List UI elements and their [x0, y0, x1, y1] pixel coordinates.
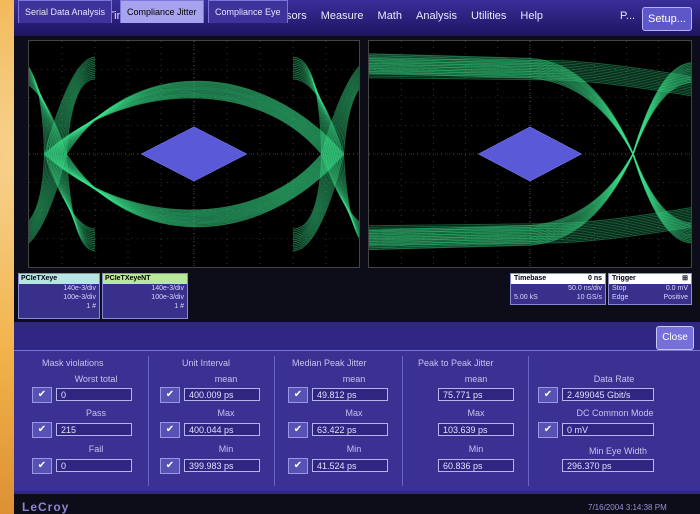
p2p-mean-label: mean — [464, 374, 488, 384]
setup-button[interactable]: Setup... — [642, 7, 692, 31]
lecroy-logo: LeCroy — [22, 500, 70, 514]
trace-name: PCIeTXeyeNT — [103, 274, 187, 284]
trace-name: PCIeTXeye — [19, 274, 99, 284]
fail-field[interactable]: 0 — [56, 459, 132, 472]
menu-p-item[interactable]: P... — [620, 10, 635, 22]
p2p-max-label: Max — [467, 408, 485, 418]
tab-serial-data-analysis[interactable]: Serial Data Analysis — [18, 0, 113, 23]
mpj-max-label: Max — [345, 408, 363, 418]
min-eye-width-field[interactable]: 296.370 ps — [562, 459, 654, 472]
p2p-mean-field[interactable]: 75.771 ps — [438, 388, 514, 401]
eye-mask — [140, 126, 248, 182]
trace-hdiv: 100e-3/div — [151, 294, 184, 301]
peak-to-peak-jitter-title: Peak to Peak Jitter — [418, 358, 494, 368]
trace-vdiv: 140e-3/div — [63, 285, 96, 292]
dc-common-mode-field[interactable]: 0 mV — [562, 423, 654, 436]
trigger-level: 0.0 mV — [665, 285, 688, 292]
ui-max-label: Max — [217, 408, 235, 418]
eye-diagram-left — [28, 40, 360, 268]
column-divider — [148, 356, 149, 486]
column-divider — [274, 356, 275, 486]
trace-hdiv: 100e-3/div — [63, 294, 96, 301]
timebase-label: Timebase — [514, 275, 547, 282]
ui-min-label: Min — [218, 444, 234, 454]
column-divider — [528, 356, 529, 486]
trigger-type: Edge — [612, 294, 629, 301]
ui-mean-field[interactable]: 400.009 ps — [184, 388, 260, 401]
trace-count: 1 # — [174, 303, 184, 310]
trace-label-pcietxeye[interactable]: PCIeTXeye 140e-3/div 100e-3/div 1 # — [18, 273, 100, 319]
data-rate-field[interactable]: 2.499045 Gbit/s — [562, 388, 654, 401]
trace-vdiv: 140e-3/div — [151, 285, 184, 292]
min-eye-width-label: Min Eye Width — [588, 446, 648, 456]
timebase-offset: 0 ns — [587, 275, 602, 282]
menu-item-help[interactable]: Help — [520, 10, 543, 22]
worst-total-label: Worst total — [74, 374, 118, 384]
mpj-mean-field[interactable]: 49.812 ps — [312, 388, 388, 401]
fail-checkbox[interactable]: ✔ — [32, 458, 52, 474]
mpj-max-checkbox[interactable]: ✔ — [288, 422, 308, 438]
worst-total-checkbox[interactable]: ✔ — [32, 387, 52, 403]
mpj-min-label: Min — [346, 444, 362, 454]
timebase-rate: 10 GS/s — [576, 294, 602, 301]
pass-checkbox[interactable]: ✔ — [32, 422, 52, 438]
tab-compliance-jitter[interactable]: Compliance Jitter — [120, 0, 204, 23]
trace-label-pcietxeyent[interactable]: PCIeTXeyeNT 140e-3/div 100e-3/div 1 # — [102, 273, 188, 319]
column-divider — [402, 356, 403, 486]
tab-compliance-eye[interactable]: Compliance Eye — [208, 0, 288, 23]
data-rate-label: Data Rate — [593, 374, 635, 384]
mpj-min-checkbox[interactable]: ✔ — [288, 458, 308, 474]
trigger-state: Stop — [612, 285, 627, 292]
trigger-slope: Positive — [663, 294, 688, 301]
median-peak-jitter-title: Median Peak Jitter — [292, 358, 367, 368]
p2p-min-label: Min — [468, 444, 484, 454]
dc-common-mode-label: DC Common Mode — [576, 408, 654, 418]
worst-total-field[interactable]: 0 — [56, 388, 132, 401]
ui-mean-label: mean — [214, 374, 238, 384]
eye-mask — [477, 126, 583, 182]
menu-item-measure[interactable]: Measure — [321, 10, 364, 22]
trigger-label: Trigger — [612, 275, 636, 282]
timebase-panel[interactable]: Timebase 0 ns 50.0 ns/div 5.00 kS 10 GS/s — [510, 273, 606, 305]
dc-common-mode-checkbox[interactable]: ✔ — [538, 422, 558, 438]
ui-mean-checkbox[interactable]: ✔ — [160, 387, 180, 403]
timestamp: 7/16/2004 3:14:38 PM — [588, 503, 667, 512]
mask-violations-title: Mask violations — [42, 358, 104, 368]
menu-item-analysis[interactable]: Analysis — [416, 10, 457, 22]
menu-item-math[interactable]: Math — [378, 10, 402, 22]
timebase-samples: 5.00 kS — [514, 294, 538, 301]
close-button[interactable]: Close — [656, 326, 694, 350]
pass-label: Pass — [85, 408, 106, 418]
mpj-max-field[interactable]: 63.422 ps — [312, 423, 388, 436]
mpj-mean-checkbox[interactable]: ✔ — [288, 387, 308, 403]
menu-item-utilities[interactable]: Utilities — [471, 10, 506, 22]
mpj-mean-label: mean — [342, 374, 366, 384]
ui-min-field[interactable]: 399.983 ps — [184, 459, 260, 472]
unit-interval-title: Unit Interval — [182, 358, 231, 368]
p2p-max-field[interactable]: 103.639 ps — [438, 423, 514, 436]
timebase-per-div: 50.0 ns/div — [568, 285, 602, 292]
eye-diagram-right — [368, 40, 692, 268]
data-rate-checkbox[interactable]: ✔ — [538, 387, 558, 403]
trigger-badge-icon: ⊞ — [682, 275, 688, 282]
pass-field[interactable]: 215 — [56, 423, 132, 436]
ui-min-checkbox[interactable]: ✔ — [160, 458, 180, 474]
ui-max-checkbox[interactable]: ✔ — [160, 422, 180, 438]
mpj-min-field[interactable]: 41.524 ps — [312, 459, 388, 472]
fail-label: Fail — [88, 444, 104, 454]
trace-count: 1 # — [86, 303, 96, 310]
p2p-min-field[interactable]: 60.836 ps — [438, 459, 514, 472]
trigger-panel[interactable]: Trigger ⊞ Stop 0.0 mV Edge Positive — [608, 273, 692, 305]
ui-max-field[interactable]: 400.044 ps — [184, 423, 260, 436]
